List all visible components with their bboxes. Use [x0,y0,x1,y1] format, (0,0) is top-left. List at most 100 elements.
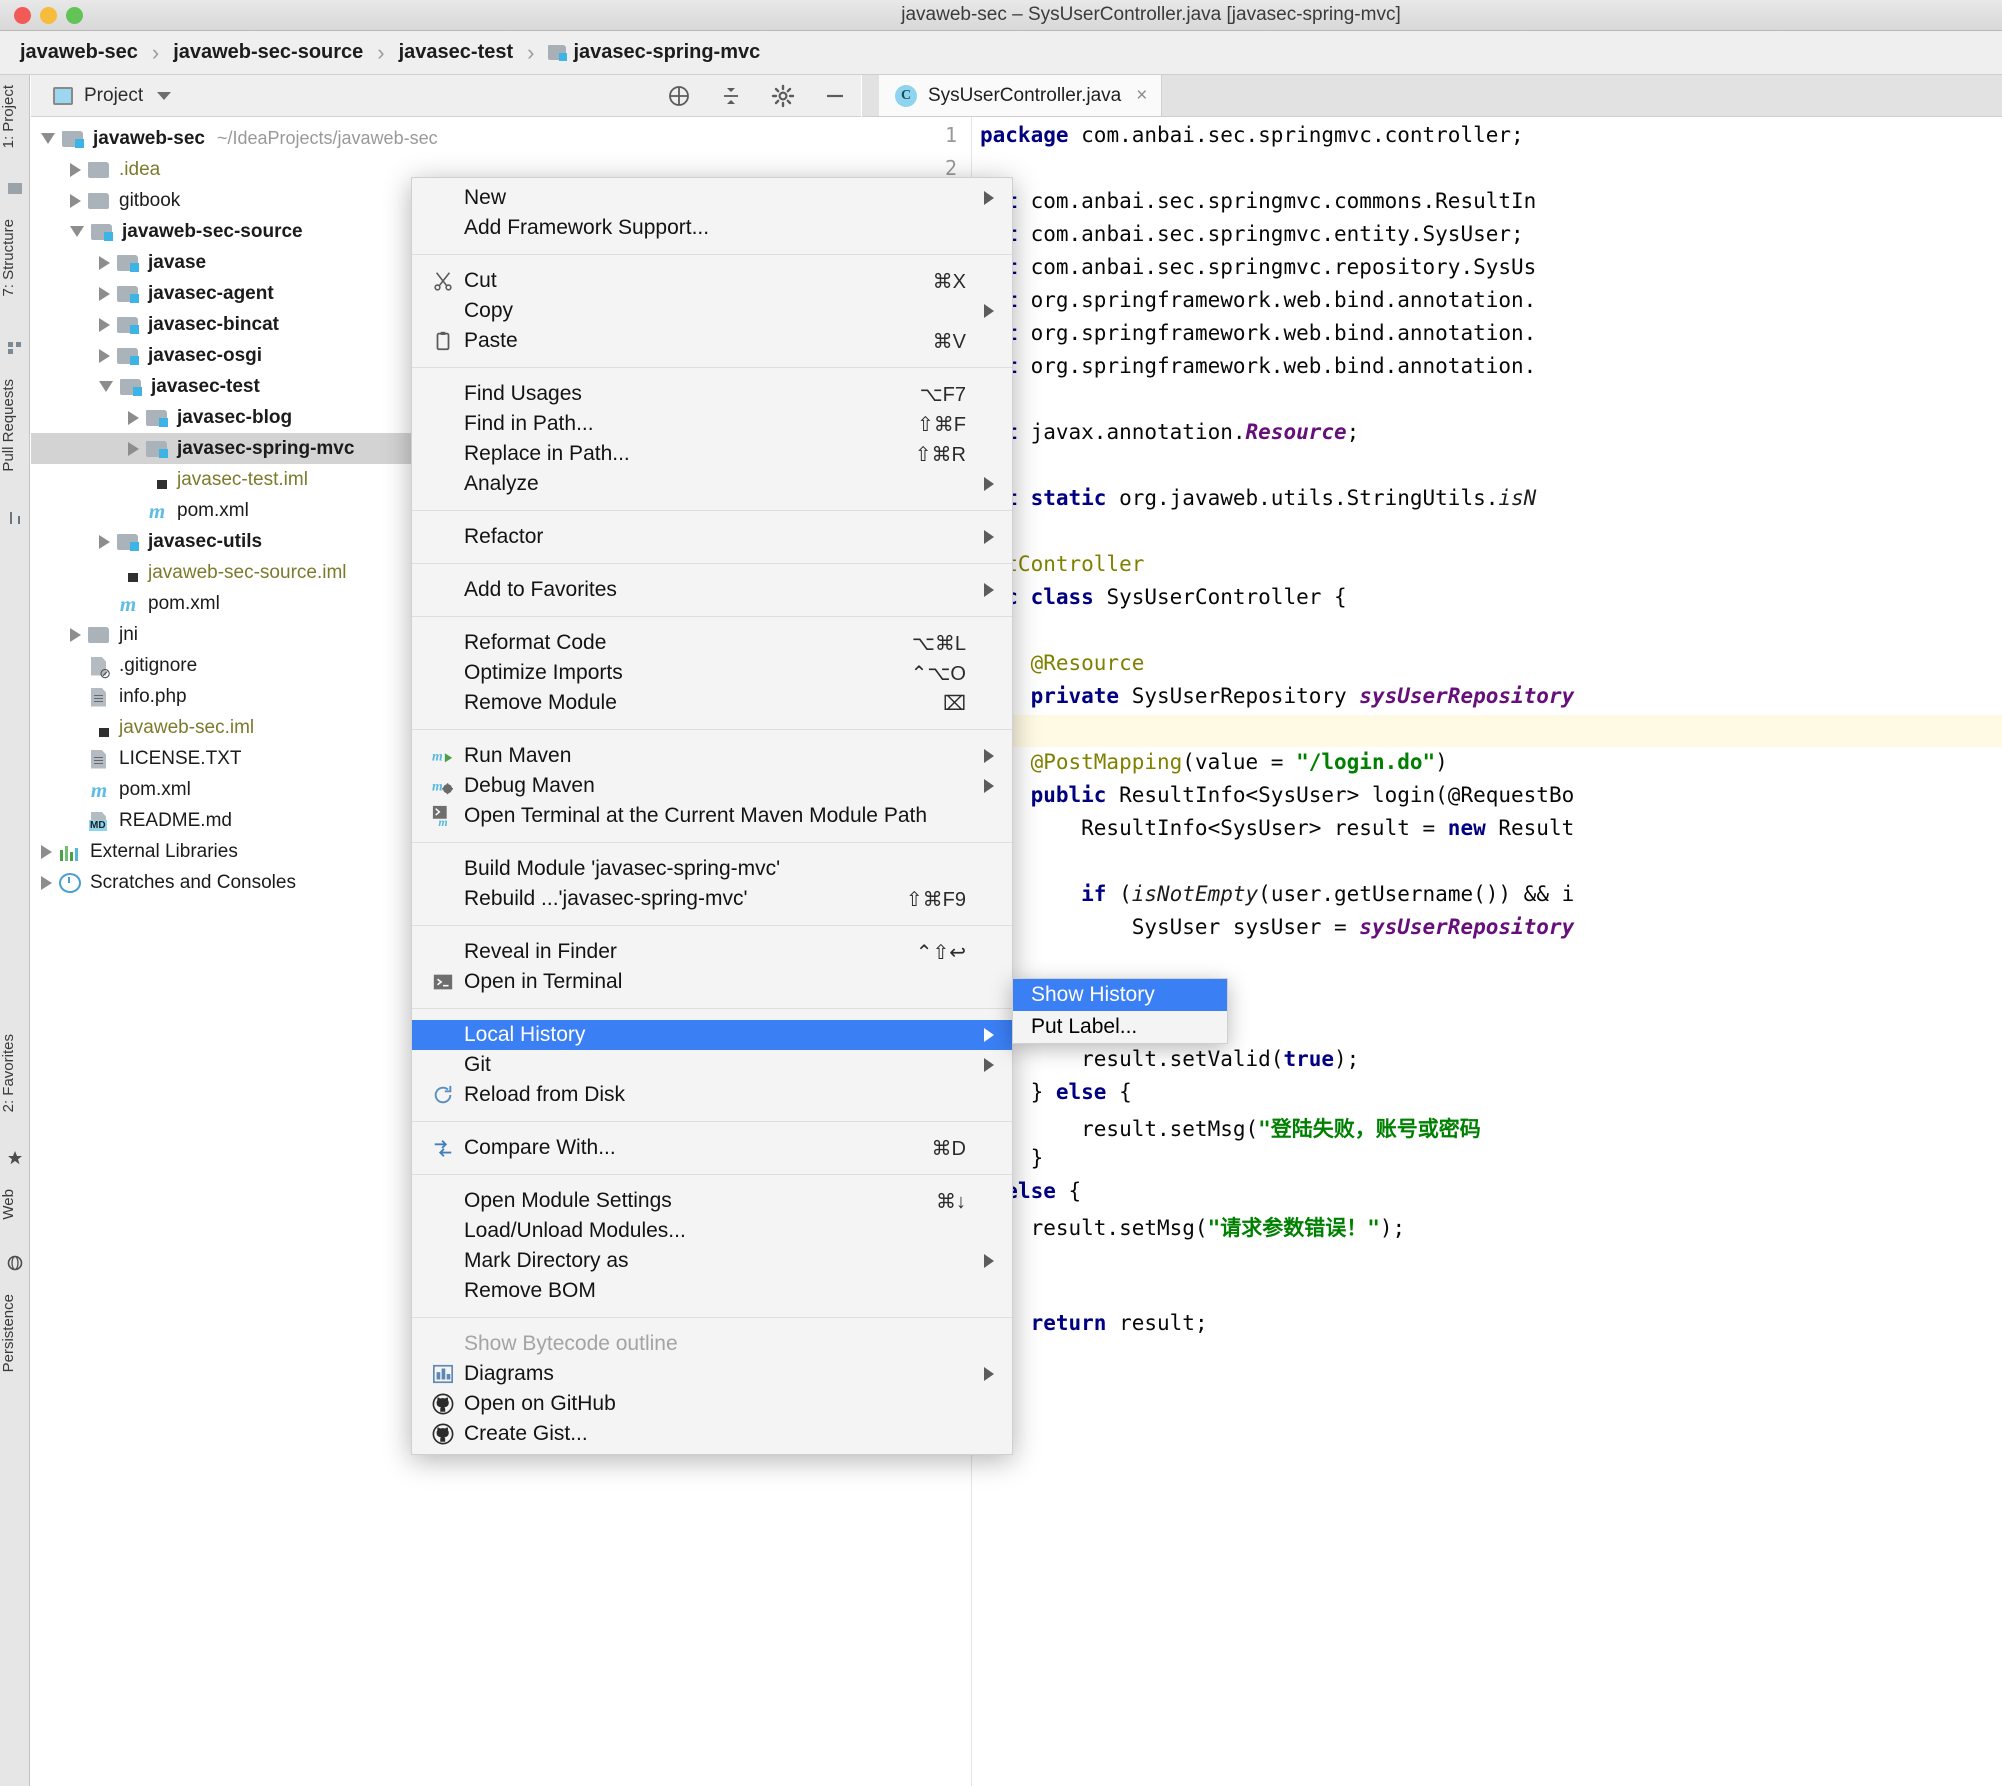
expand-arrow-icon[interactable] [70,193,81,208]
menu-item-label: Open on GitHub [464,1392,616,1415]
menu-item-find-usages[interactable]: Find Usages ⌥F7 [412,379,1012,409]
close-icon[interactable]: × [1136,85,1147,107]
menu-item-refactor[interactable]: Refactor [412,522,1012,552]
sidebar-item-structure[interactable]: 7: Structure [0,215,30,301]
menu-item-git[interactable]: Git [412,1050,1012,1080]
menu-item-compare-with[interactable]: Compare With... ⌘D [412,1133,1012,1163]
menu-item-mark-directory-as[interactable]: Mark Directory as [412,1246,1012,1276]
expand-arrow-icon[interactable] [99,255,110,270]
code-editor[interactable]: 12 package com.anbai.sec.springmvc.contr… [862,117,2002,1786]
collapse-all-icon[interactable] [719,84,743,108]
code-line: result.setMsg("登陆失败，账号或密码 [980,1113,1481,1143]
code-line: ort org.springframework.web.bind.annotat… [980,354,1536,378]
submenu-item-show-history[interactable]: Show History [1013,979,1227,1011]
menu-item-label: Run Maven [464,744,572,767]
text-file-icon [88,750,110,768]
settings-gear-icon[interactable] [771,84,795,108]
sidebar-item-pull-requests[interactable]: Pull Requests [0,375,30,476]
menu-item-run-maven[interactable]: m Run Maven [412,741,1012,771]
chevron-down-icon[interactable] [157,91,172,100]
menu-item-copy[interactable]: Copy [412,296,1012,326]
breadcrumb-item-1[interactable]: javaweb-sec-source [173,41,363,64]
java-class-icon: C [895,84,917,107]
code-token: org.springframework.web.bind.annotation. [1017,354,1537,378]
tree-item-label: javasec-agent [148,282,274,304]
submenu-arrow-icon [984,191,994,205]
menu-item-reformat-code[interactable]: Reformat Code ⌥⌘L [412,628,1012,658]
local-history-submenu[interactable]: Show History Put Label... [1012,978,1228,1044]
submenu-arrow-icon [984,779,994,793]
menu-item-reveal-in-finder[interactable]: Reveal in Finder ⌃⇧↩ [412,937,1012,967]
menu-item-local-history[interactable]: Local History [412,1020,1012,1050]
code-token: com.anbai.sec.springmvc.controller; [1068,123,1524,147]
expand-arrow-icon[interactable] [70,162,81,177]
code-token: org.springframework.web.bind.annotation. [1017,321,1537,345]
project-small-icon [8,183,22,194]
context-menu[interactable]: New Add Framework Support... Cut ⌘X Copy Past… [411,177,1013,1455]
expand-arrow-icon[interactable] [99,317,110,332]
menu-item-add-to-favorites[interactable]: Add to Favorites [412,575,1012,605]
code-token: "请求参数错误！" [1207,1216,1380,1240]
expand-arrow-icon[interactable] [128,410,139,425]
maven-file-icon: m [148,498,166,523]
sidebar-item-persistence[interactable]: Persistence [0,1290,30,1376]
expand-arrow-icon[interactable] [128,441,139,456]
expand-all-icon[interactable] [667,84,691,108]
breadcrumb-item-0[interactable]: javaweb-sec [20,41,138,64]
expand-arrow-icon[interactable] [99,534,110,549]
collapse-arrow-icon[interactable] [70,226,84,237]
menu-item-paste[interactable]: Paste ⌘V [412,326,1012,356]
breadcrumb-item-2[interactable]: javasec-test [399,41,514,64]
sidebar-item-web[interactable]: Web [0,1185,30,1224]
menu-item-debug-maven[interactable]: m Debug Maven [412,771,1012,801]
menu-item-reload-from-disk[interactable]: Reload from Disk [412,1080,1012,1110]
sidebar-item-project[interactable]: 1: Project [0,81,30,152]
menu-item-remove-bom[interactable]: Remove BOM [412,1276,1012,1306]
submenu-arrow-icon [984,530,994,544]
menu-item-remove-module[interactable]: Remove Module ⌧ [412,688,1012,718]
breadcrumb-item-3[interactable]: javasec-spring-mvc [573,41,760,64]
menu-item-cut[interactable]: Cut ⌘X [412,266,1012,296]
code-token: sysUserRepository [1359,915,1575,939]
expand-arrow-icon[interactable] [99,286,110,301]
tab-sysusercontroller-java[interactable]: C SysUserController.java × [879,75,1163,116]
tree-item-javaweb-sec[interactable]: javaweb-sec ~/IdeaProjects/javaweb-sec [31,123,861,154]
hide-panel-icon[interactable] [823,84,847,108]
tree-item-label: javaweb-sec [93,127,205,149]
menu-group: Build Module 'javasec-spring-mvc' Rebuild… [412,849,1012,919]
expand-arrow-icon[interactable] [41,844,52,859]
menu-item-optimize-imports[interactable]: Optimize Imports ⌃⌥O [412,658,1012,688]
menu-item-build-module-javasec-spring-mvc[interactable]: Build Module 'javasec-spring-mvc' [412,854,1012,884]
menu-item-open-in-terminal[interactable]: Open in Terminal [412,967,1012,997]
menu-item-open-on-github[interactable]: Open on GitHub [412,1389,1012,1419]
module-folder-icon [120,378,142,396]
menu-separator [412,563,1012,564]
line-number: 1 [944,123,957,147]
menu-item-label: Show Bytecode outline [464,1332,678,1355]
submenu-item-put-label[interactable]: Put Label... [1013,1011,1227,1043]
menu-item-replace-in-path[interactable]: Replace in Path... ⇧⌘R [412,439,1012,469]
menu-item-analyze[interactable]: Analyze [412,469,1012,499]
sidebar-item-favorites[interactable]: 2: Favorites [0,1030,30,1116]
menu-item-rebuild-javasec-spring-mvc[interactable]: Rebuild ...'javasec-spring-mvc' ⇧⌘F9 [412,884,1012,914]
menu-item-shortcut: ⌧ [942,692,966,715]
collapse-arrow-icon[interactable] [41,133,55,144]
menu-separator [412,367,1012,368]
expand-arrow-icon[interactable] [41,875,52,890]
menu-item-label: Build Module 'javasec-spring-mvc' [464,857,781,880]
menu-separator [412,510,1012,511]
menu-item-diagrams[interactable]: Diagrams [412,1359,1012,1389]
expand-arrow-icon[interactable] [99,348,110,363]
menu-separator [412,842,1012,843]
menu-item-open-module-settings[interactable]: Open Module Settings ⌘↓ [412,1186,1012,1216]
collapse-arrow-icon[interactable] [99,381,113,392]
menu-item-load-unload-modules[interactable]: Load/Unload Modules... [412,1216,1012,1246]
menu-item-new[interactable]: New [412,183,1012,213]
code-line: result.setValid(true); [980,1047,1359,1071]
menu-item-add-framework-support[interactable]: Add Framework Support... [412,213,1012,243]
menu-item-create-gist[interactable]: Create Gist... [412,1419,1012,1449]
menu-item-find-in-path[interactable]: Find in Path... ⇧⌘F [412,409,1012,439]
menu-item-open-terminal-at-the-current-maven-module-path[interactable]: m Open Terminal at the Current Maven Modu… [412,801,1012,831]
expand-arrow-icon[interactable] [70,627,81,642]
menu-item-shortcut: ⌘V [932,330,966,353]
